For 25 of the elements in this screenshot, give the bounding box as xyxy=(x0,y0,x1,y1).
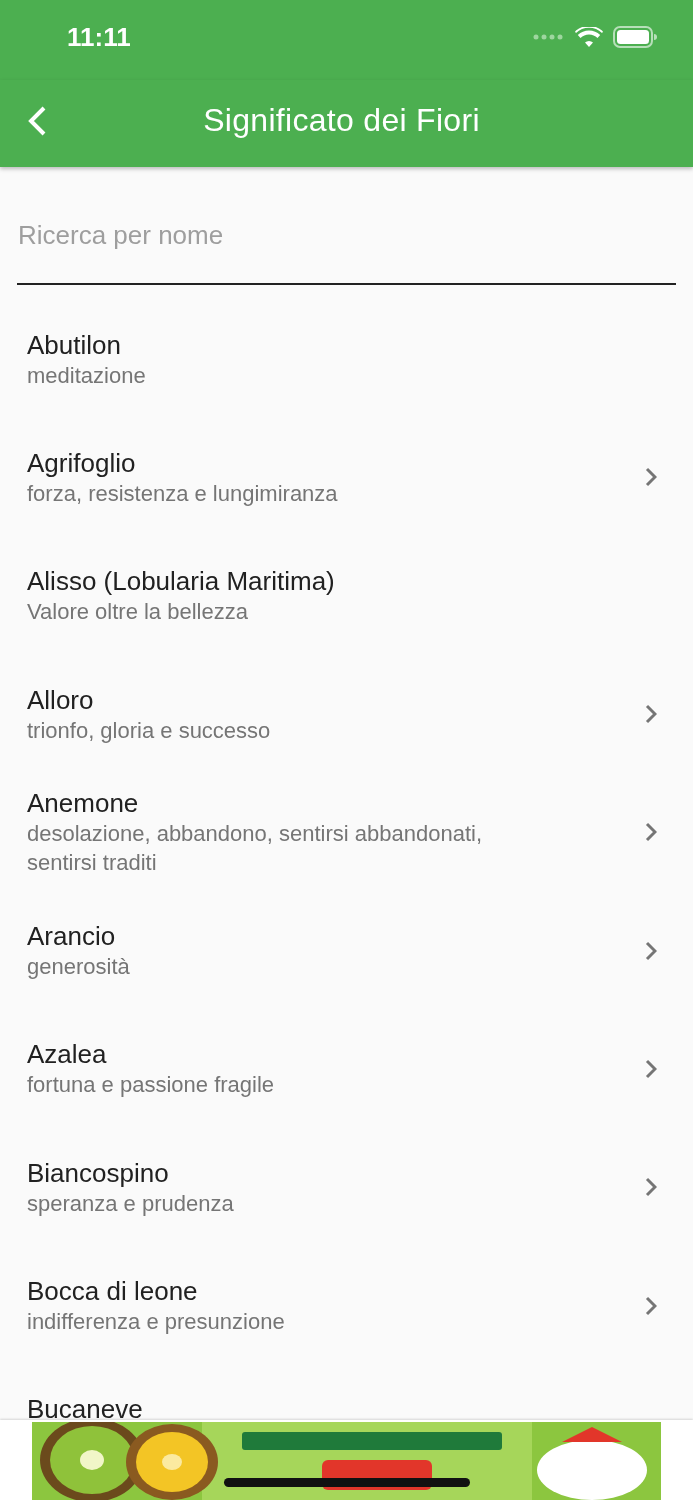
flower-meaning: Valore oltre la bellezza xyxy=(27,598,249,627)
flower-meaning: generosità xyxy=(27,953,131,982)
flower-name: Biancospino xyxy=(27,1156,170,1189)
wifi-icon xyxy=(575,27,603,47)
flower-meaning: meditazione xyxy=(27,361,147,390)
search-field[interactable]: Ricerca per nome xyxy=(17,190,676,285)
flower-name: Alloro xyxy=(27,683,95,716)
flower-meaning: desolazione, abbandono, sentirsi abbandonati, sentirsi traditi xyxy=(27,820,484,878)
flower-name: Alisso (Lobularia Maritima) xyxy=(27,565,336,598)
flower-name: Abutilon xyxy=(27,328,122,361)
flower-name: Agrifoglio xyxy=(27,446,137,479)
flower-meaning: fortuna e passione fragile xyxy=(27,1071,276,1100)
flower-meaning: forza, resistenza e lungimiranza xyxy=(27,479,339,508)
flower-name: Anemone xyxy=(27,787,140,820)
signal-icon xyxy=(533,34,565,40)
flower-name: Arancio xyxy=(27,920,117,953)
battery-icon xyxy=(613,26,657,48)
clock-time: 11:11 xyxy=(67,21,132,53)
flower-meaning: indifferenza e presunzione xyxy=(27,1308,286,1336)
flower-name: Azalea xyxy=(27,1038,108,1071)
screen-title: Significato dei Fiori xyxy=(202,102,481,139)
flower-meaning: speranza e prudenza xyxy=(27,1189,235,1218)
flower-name: Bocca di leone xyxy=(27,1275,199,1307)
flower-name: Bucaneve xyxy=(27,1393,144,1420)
flower-meaning: trionfo, gloria e successo xyxy=(27,716,272,745)
